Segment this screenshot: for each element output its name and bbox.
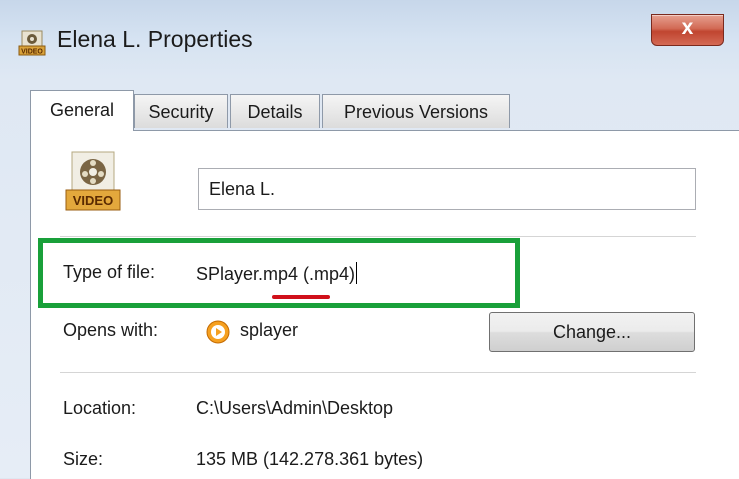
properties-window: VIDEO Elena L. Properties x General Secu… [0,0,739,479]
window-title: Elena L. Properties [57,26,253,52]
separator [60,372,696,373]
close-icon: x [681,16,694,39]
size-label: Size: [63,449,104,469]
file-name-field[interactable] [198,168,696,210]
change-button[interactable]: Change... [489,312,695,352]
splayer-icon [206,320,230,344]
tab-previous-versions[interactable]: Previous Versions [322,94,510,128]
video-icon-label: VIDEO [73,193,113,208]
video-file-icon: VIDEO [18,30,46,56]
video-file-large-icon: VIDEO [65,151,121,211]
close-button[interactable]: x [651,14,724,46]
location-label: Location: [63,398,137,418]
title-bar[interactable]: VIDEO Elena L. Properties x [0,0,739,78]
tab-security[interactable]: Security [134,94,228,128]
size-value: 135 MB (142.278.361 bytes) [196,449,424,469]
annotation-underline [272,295,330,299]
tab-general[interactable]: General [30,90,134,131]
opens-with-value: splayer [240,320,299,340]
separator [60,236,696,237]
opens-with-label: Opens with: [63,320,159,340]
svg-text:VIDEO: VIDEO [21,49,43,56]
tab-details[interactable]: Details [230,94,320,128]
location-value: C:\Users\Admin\Desktop [196,398,394,418]
